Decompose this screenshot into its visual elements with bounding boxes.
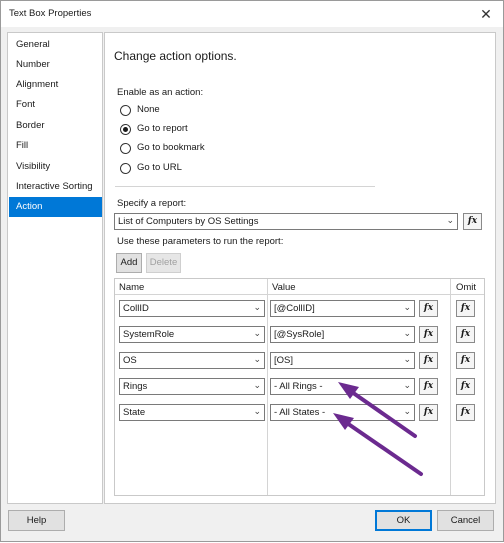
property-nav: General Number Alignment Font Border Fil… bbox=[7, 32, 103, 504]
nav-item-border[interactable]: Border bbox=[9, 116, 102, 136]
param-value-select[interactable]: - All States - ⌄ bbox=[270, 404, 415, 421]
radio-go-to-url-button[interactable] bbox=[120, 163, 131, 174]
omit-expression-button[interactable]: fx bbox=[456, 326, 475, 343]
param-name-value: OS bbox=[123, 355, 137, 366]
chevron-down-icon: ⌄ bbox=[403, 354, 411, 364]
value-expression-button[interactable]: fx bbox=[419, 300, 438, 317]
window-title: Text Box Properties bbox=[9, 8, 92, 19]
omit-expression-button[interactable]: fx bbox=[456, 352, 475, 369]
param-name-select[interactable]: SystemRole ⌄ bbox=[119, 326, 265, 343]
chevron-down-icon: ⌄ bbox=[253, 354, 261, 364]
radio-none-button[interactable] bbox=[120, 105, 131, 116]
radio-go-to-report-label: Go to report bbox=[137, 123, 188, 134]
chevron-down-icon: ⌄ bbox=[253, 380, 261, 390]
action-pane: Change action options. Enable as an acti… bbox=[104, 32, 496, 504]
nav-item-fill[interactable]: Fill bbox=[9, 136, 102, 156]
param-value-text: [OS] bbox=[274, 355, 294, 366]
enable-action-label: Enable as an action: bbox=[117, 87, 204, 98]
param-name-value: CollID bbox=[123, 303, 149, 314]
chevron-down-icon: ⌄ bbox=[253, 302, 261, 312]
chevron-down-icon: ⌄ bbox=[403, 380, 411, 390]
value-expression-button[interactable]: fx bbox=[419, 352, 438, 369]
radio-none-label: None bbox=[137, 104, 160, 115]
omit-expression-button[interactable]: fx bbox=[456, 404, 475, 421]
omit-expression-button[interactable]: fx bbox=[456, 300, 475, 317]
param-value-select[interactable]: - All Rings - ⌄ bbox=[270, 378, 415, 395]
param-name-select[interactable]: OS ⌄ bbox=[119, 352, 265, 369]
delete-parameter-button[interactable]: Delete bbox=[146, 253, 181, 273]
param-value-text: [@SysRole] bbox=[274, 329, 325, 340]
param-value-select[interactable]: [@CollID] ⌄ bbox=[270, 300, 415, 317]
chevron-down-icon: ⌄ bbox=[403, 406, 411, 416]
nav-item-action[interactable]: Action bbox=[9, 197, 102, 217]
value-expression-button[interactable]: fx bbox=[419, 378, 438, 395]
nav-item-visibility[interactable]: Visibility bbox=[9, 157, 102, 177]
radio-go-to-bookmark-label: Go to bookmark bbox=[137, 142, 205, 153]
column-header-value: Value bbox=[272, 282, 296, 293]
value-expression-button[interactable]: fx bbox=[419, 404, 438, 421]
param-value-select[interactable]: [@SysRole] ⌄ bbox=[270, 326, 415, 343]
report-select-value: List of Computers by OS Settings bbox=[118, 216, 259, 227]
report-select[interactable]: List of Computers by OS Settings ⌄ bbox=[114, 213, 458, 230]
cancel-button[interactable]: Cancel bbox=[437, 510, 494, 531]
close-icon[interactable]: ✕ bbox=[475, 4, 497, 24]
radio-go-to-report-button[interactable] bbox=[120, 124, 131, 135]
parameters-grid: Name Value Omit CollID ⌄ [@CollID] ⌄ fx … bbox=[114, 278, 485, 496]
radio-go-to-url-label: Go to URL bbox=[137, 162, 182, 173]
column-separator bbox=[267, 279, 268, 495]
param-name-value: State bbox=[123, 407, 146, 418]
param-name-value: SystemRole bbox=[123, 329, 175, 340]
chevron-down-icon: ⌄ bbox=[253, 406, 261, 416]
column-separator bbox=[450, 279, 451, 495]
divider bbox=[115, 186, 375, 187]
chevron-down-icon: ⌄ bbox=[403, 328, 411, 338]
omit-expression-button[interactable]: fx bbox=[456, 378, 475, 395]
grid-header: Name Value Omit bbox=[115, 279, 484, 295]
value-expression-button[interactable]: fx bbox=[419, 326, 438, 343]
param-value-text: - All States - bbox=[274, 407, 326, 418]
nav-item-alignment[interactable]: Alignment bbox=[9, 75, 102, 95]
nav-item-font[interactable]: Font bbox=[9, 95, 102, 115]
column-header-name: Name bbox=[119, 282, 145, 293]
nav-item-general[interactable]: General bbox=[9, 35, 102, 55]
param-name-select[interactable]: Rings ⌄ bbox=[119, 378, 265, 395]
chevron-down-icon: ⌄ bbox=[403, 302, 411, 312]
param-name-select[interactable]: State ⌄ bbox=[119, 404, 265, 421]
text-box-properties-dialog: Text Box Properties ✕ General Number Ali… bbox=[0, 0, 504, 542]
help-button[interactable]: Help bbox=[8, 510, 65, 531]
title-bar: Text Box Properties ✕ bbox=[1, 1, 503, 27]
chevron-down-icon: ⌄ bbox=[446, 215, 454, 225]
ok-button[interactable]: OK bbox=[375, 510, 432, 531]
param-name-select[interactable]: CollID ⌄ bbox=[119, 300, 265, 317]
radio-go-to-bookmark-button[interactable] bbox=[120, 143, 131, 154]
page-heading: Change action options. bbox=[114, 49, 237, 63]
param-value-text: - All Rings - bbox=[274, 381, 323, 392]
param-value-text: [@CollID] bbox=[274, 303, 315, 314]
nav-item-number[interactable]: Number bbox=[9, 55, 102, 75]
parameters-label: Use these parameters to run the report: bbox=[117, 236, 284, 247]
add-parameter-button[interactable]: Add bbox=[116, 253, 142, 273]
param-value-select[interactable]: [OS] ⌄ bbox=[270, 352, 415, 369]
chevron-down-icon: ⌄ bbox=[253, 328, 261, 338]
param-name-value: Rings bbox=[123, 381, 148, 392]
report-expression-button[interactable]: fx bbox=[463, 213, 482, 230]
column-header-omit: Omit bbox=[456, 282, 477, 293]
specify-report-label: Specify a report: bbox=[117, 198, 187, 209]
nav-item-interactive-sorting[interactable]: Interactive Sorting bbox=[9, 177, 102, 197]
